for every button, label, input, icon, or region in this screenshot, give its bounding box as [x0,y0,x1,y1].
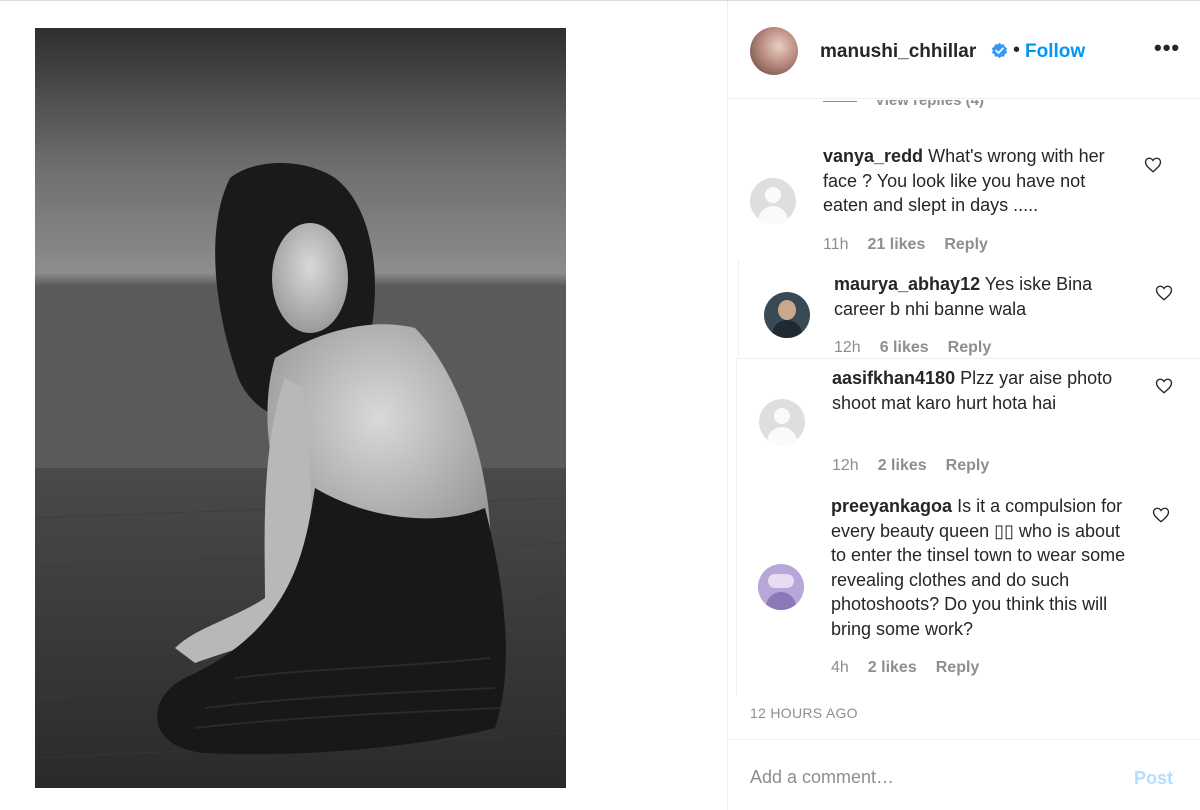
view-replies-link[interactable]: View replies (4) [823,100,984,109]
avatar-photo-body [766,592,796,610]
comment-avatar[interactable] [759,399,805,445]
heart-outline-icon[interactable] [1155,284,1173,302]
comment-text: preeyankagoa Is it a compulsion for ever… [831,494,1136,641]
view-replies-label: View replies (4) [875,100,984,109]
comment-time[interactable]: 11h [823,236,849,253]
heart-outline-icon[interactable] [1152,506,1170,524]
reply-button[interactable]: Reply [936,659,980,676]
avatar-placeholder-body [767,427,797,445]
avatar-photo-body [772,320,802,338]
comment-text: aasifkhan4180 Plzz yar aise photo shoot … [832,366,1132,415]
comment-username[interactable]: preeyankagoa [831,496,952,516]
comment-likes[interactable]: 2 likes [868,659,917,676]
verified-badge-icon [991,42,1008,59]
comment-avatar[interactable] [750,178,796,224]
reply-button[interactable]: Reply [946,457,990,474]
heart-outline-icon[interactable] [1144,156,1162,174]
comment-meta: 12h 2 likes Reply [832,457,1008,475]
comment-meta: 11h 21 likes Reply [823,236,1007,254]
avatar-placeholder-body [758,206,788,224]
header-separator: • [1013,39,1021,61]
post-comment-button[interactable]: Post [1134,768,1173,789]
media-column [0,1,727,810]
avatar-placeholder-head [774,408,790,424]
avatar-photo-face [778,300,796,320]
avatar-photo-highlight [768,574,794,588]
view-replies-line [823,100,857,102]
comment-likes[interactable]: 6 likes [880,339,929,356]
post-photo-image [35,28,566,788]
post-sidebar: manushi_chhillar • Follow ••• View repli… [727,1,1200,810]
add-comment-input[interactable] [750,762,1110,792]
comment-time[interactable]: 12h [834,339,861,356]
avatar-placeholder-head [765,187,781,203]
comment-likes[interactable]: 2 likes [878,457,927,474]
comment-text: vanya_redd What's wrong with her face ? … [823,144,1133,218]
comment-text: maurya_abhay12 Yes iske Bina career b nh… [834,272,1134,321]
reply-button[interactable]: Reply [944,236,988,253]
heart-outline-icon[interactable] [1155,377,1173,395]
more-options-icon[interactable]: ••• [1154,35,1180,61]
reply-item: maurya_abhay12 Yes iske Bina career b nh… [738,260,1200,358]
comments-list[interactable]: View replies (4) vanya_redd What's wrong… [728,100,1200,712]
reply-item: aasifkhan4180 Plzz yar aise photo shoot … [736,358,1200,486]
comment-avatar[interactable] [758,564,804,610]
comment-composer: Post [728,739,1200,810]
reply-button[interactable]: Reply [948,339,992,356]
comment-time[interactable]: 12h [832,457,859,474]
comment-time[interactable]: 4h [831,659,849,676]
reply-item: preeyankagoa Is it a compulsion for ever… [736,486,1200,696]
comment-username[interactable]: aasifkhan4180 [832,368,955,388]
comment-username[interactable]: vanya_redd [823,146,923,166]
comment-likes[interactable]: 21 likes [868,236,926,253]
follow-button[interactable]: Follow [1025,41,1085,63]
comment-meta: 12h 6 likes Reply [834,339,1010,357]
post-header: manushi_chhillar • Follow ••• [728,1,1200,99]
author-avatar[interactable] [750,27,798,75]
comment-avatar[interactable] [764,292,810,338]
post-timestamp[interactable]: 12 HOURS AGO [750,705,858,721]
comment-item: vanya_redd What's wrong with her face ? … [728,142,1200,262]
comment-body: Is it a compulsion for every beauty quee… [831,496,1126,639]
comment-username[interactable]: maurya_abhay12 [834,274,980,294]
comment-meta: 4h 2 likes Reply [831,659,998,677]
author-username[interactable]: manushi_chhillar [820,41,976,63]
post-photo[interactable] [35,28,566,788]
instagram-post-view: manushi_chhillar • Follow ••• View repli… [0,0,1200,810]
